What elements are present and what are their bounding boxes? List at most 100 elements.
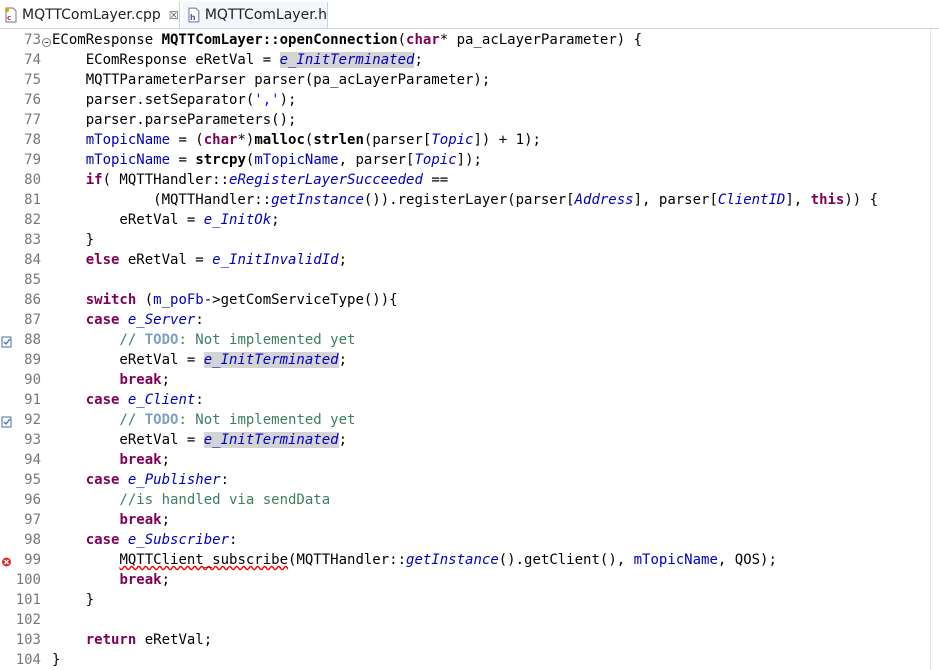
- code-text: case e_Server:: [52, 310, 204, 330]
- code-token: * pa_acLayerParameter) {: [439, 32, 643, 48]
- code-text: case e_Publisher:: [52, 470, 229, 490]
- code-line[interactable]: 79 mTopicName = strcpy(mTopicName, parse…: [0, 150, 939, 170]
- error-marker-icon[interactable]: [1, 554, 12, 567]
- close-tab-icon[interactable]: ☒: [169, 9, 179, 22]
- code-text: EComResponse MQTTComLayer::openConnectio…: [52, 30, 642, 50]
- code-token: (MQTTHandler::: [52, 192, 272, 208]
- code-token: eRetVal =: [119, 252, 213, 268]
- code-token: strcpy: [195, 152, 246, 168]
- code-token: EComResponse eRetVal =: [52, 52, 280, 68]
- code-token: ( MQTTHandler::: [102, 172, 230, 188]
- code-token: MQTTParameterParser parser(pa_acLayerPar…: [52, 72, 491, 88]
- code-text: MQTTParameterParser parser(pa_acLayerPar…: [52, 70, 491, 90]
- tab-label: MQTTComLayer.cpp: [22, 7, 161, 23]
- code-line[interactable]: 76 parser.setSeparator(',');: [0, 90, 939, 110]
- line-number: 82: [24, 212, 41, 228]
- code-text: parser.setSeparator(',');: [52, 90, 297, 110]
- code-token: case: [85, 472, 120, 488]
- code-token: case: [85, 392, 120, 408]
- code-line[interactable]: 89 eRetVal = e_InitTerminated;: [0, 350, 939, 370]
- code-token: ;: [338, 432, 348, 448]
- line-number: 99: [24, 552, 41, 568]
- code-line[interactable]: 85: [0, 270, 939, 290]
- code-token: : Not implemented yet: [178, 332, 356, 348]
- code-line[interactable]: 99 MQTTClient_subscribe(MQTTHandler::get…: [0, 550, 939, 570]
- code-line[interactable]: 92 // TODO: Not implemented yet: [0, 410, 939, 430]
- code-token: }: [52, 652, 61, 668]
- cpp-file-icon: c: [5, 7, 17, 23]
- code-text: (MQTTHandler::getInstance()).registerLay…: [52, 190, 878, 210]
- code-token: eRetVal =: [52, 212, 204, 228]
- code-token: = (: [170, 132, 204, 148]
- code-line[interactable]: 103 return eRetVal;: [0, 630, 939, 650]
- code-text: //is handled via sendData: [52, 490, 330, 510]
- code-token: //: [52, 332, 145, 348]
- code-line[interactable]: 96 //is handled via sendData: [0, 490, 939, 510]
- code-text: MQTTClient_subscribe(MQTTHandler::getIns…: [52, 550, 776, 570]
- code-line[interactable]: 97 break;: [0, 510, 939, 530]
- line-number: 98: [24, 532, 41, 548]
- code-token: *): [237, 132, 255, 148]
- code-line[interactable]: 98 case e_Subscriber:: [0, 530, 939, 550]
- code-token: return: [85, 632, 137, 648]
- code-token: case: [85, 532, 120, 548]
- tab-mqttcomlayer-h[interactable]: h MQTTComLayer.h: [183, 2, 328, 28]
- task-marker-icon[interactable]: [1, 334, 12, 348]
- code-line[interactable]: 90 break;: [0, 370, 939, 390]
- code-line[interactable]: 88 // TODO: Not implemented yet: [0, 330, 939, 350]
- tab-mqttcomlayer-cpp[interactable]: c MQTTComLayer.cpp ☒: [0, 2, 180, 28]
- code-line[interactable]: 91 case e_Client:: [0, 390, 939, 410]
- code-line[interactable]: 83 }: [0, 230, 939, 250]
- code-line[interactable]: 93 eRetVal = e_InitTerminated;: [0, 430, 939, 450]
- code-line[interactable]: 78 mTopicName = (char*)malloc(strlen(par…: [0, 130, 939, 150]
- code-token: ;: [414, 52, 423, 68]
- code-line[interactable]: 95 case e_Publisher:: [0, 470, 939, 490]
- code-line[interactable]: 77 parser.parseParameters();: [0, 110, 939, 130]
- code-token: eRegisterLayerSucceeded: [229, 172, 423, 188]
- line-number: 92: [24, 412, 41, 428]
- code-line[interactable]: 82 eRetVal = e_InitOk;: [0, 210, 939, 230]
- task-marker-icon[interactable]: [1, 414, 12, 428]
- line-number: 74: [24, 52, 41, 68]
- code-token: parser.setSeparator(: [52, 92, 255, 108]
- code-token: ;: [338, 352, 348, 368]
- code-token: mTopicName: [633, 552, 718, 568]
- code-token: else: [85, 252, 120, 268]
- code-line[interactable]: 101 }: [0, 590, 939, 610]
- line-number: 76: [24, 92, 41, 108]
- code-line[interactable]: 81 (MQTTHandler::getInstance()).register…: [0, 190, 939, 210]
- code-token: ;: [161, 512, 171, 528]
- code-editor[interactable]: 73 EComResponse MQTTComLayer::openConnect…: [0, 29, 939, 670]
- code-line[interactable]: 102: [0, 610, 939, 630]
- code-token: ClientID: [717, 192, 786, 208]
- code-token: e_InitTerminated: [203, 432, 339, 448]
- code-line[interactable]: 87 case e_Server:: [0, 310, 939, 330]
- code-token: EComResponse: [52, 32, 162, 48]
- code-token: char: [203, 132, 238, 148]
- code-token: e_Client: [127, 392, 196, 408]
- fold-collapse-icon[interactable]: [42, 33, 51, 47]
- code-token: ;: [161, 372, 171, 388]
- code-line[interactable]: 94 break;: [0, 450, 939, 470]
- code-line[interactable]: 75 MQTTParameterParser parser(pa_acLayer…: [0, 70, 939, 90]
- code-token: getInstance: [406, 552, 499, 568]
- code-line[interactable]: 80 if( MQTTHandler::eRegisterLayerSuccee…: [0, 170, 939, 190]
- line-number: 85: [24, 272, 41, 288]
- code-text: break;: [52, 450, 170, 470]
- code-line[interactable]: 100 break;: [0, 570, 939, 590]
- code-token: ->getComServiceType()){: [203, 292, 398, 308]
- code-line[interactable]: 84 else eRetVal = e_InitInvalidId;: [0, 250, 939, 270]
- line-number: 100: [15, 572, 41, 588]
- code-token: //is handled via sendData: [52, 492, 331, 508]
- code-token: )) {: [844, 192, 879, 208]
- code-line[interactable]: 73 EComResponse MQTTComLayer::openConnect…: [0, 30, 939, 50]
- code-line[interactable]: 104}: [0, 650, 939, 670]
- code-line[interactable]: 74 EComResponse eRetVal = e_InitTerminat…: [0, 50, 939, 70]
- code-line[interactable]: 86 switch (m_poFb->getComServiceType()){: [0, 290, 939, 310]
